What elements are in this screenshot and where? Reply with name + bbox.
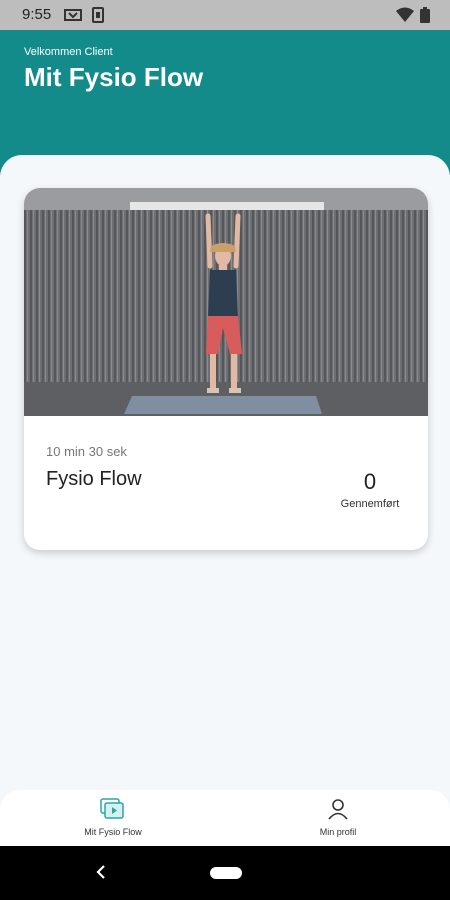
back-icon[interactable]: [92, 862, 112, 882]
app-screen: 9:55 Velkommen Client Mit Fysio Flow 10 …: [0, 0, 450, 900]
cast-icon: [64, 9, 82, 21]
program-thumbnail: [24, 188, 428, 416]
page-title: Mit Fysio Flow: [24, 62, 204, 92]
nav-item-min-profil[interactable]: Min profil: [268, 798, 408, 837]
bottom-navigation: Mit Fysio Flow Min profil: [0, 790, 450, 846]
video-library-icon: [100, 798, 124, 819]
program-card[interactable]: 10 min 30 sek Fysio Flow 0 Gennemført: [24, 188, 428, 550]
program-duration: 10 min 30 sek: [46, 444, 127, 459]
welcome-text: Velkommen Client: [24, 46, 113, 58]
sim-icon: [92, 7, 104, 23]
status-time: 9:55: [22, 6, 52, 23]
program-title: Fysio Flow: [46, 468, 142, 490]
person-icon: [328, 799, 348, 820]
battery-icon: [420, 7, 430, 23]
nav-item-mit-fysio-flow[interactable]: Mit Fysio Flow: [43, 798, 183, 837]
system-navigation-bar: [0, 846, 450, 900]
home-button[interactable]: [210, 867, 242, 879]
status-bar: 9:55: [0, 0, 450, 30]
wifi-icon: [396, 7, 414, 22]
completed-count: 0: [363, 469, 377, 494]
nav-label-min-profil: Min profil: [319, 827, 357, 837]
completed-label: Gennemført: [340, 498, 400, 510]
nav-label-mit-fysio-flow: Mit Fysio Flow: [84, 827, 142, 837]
